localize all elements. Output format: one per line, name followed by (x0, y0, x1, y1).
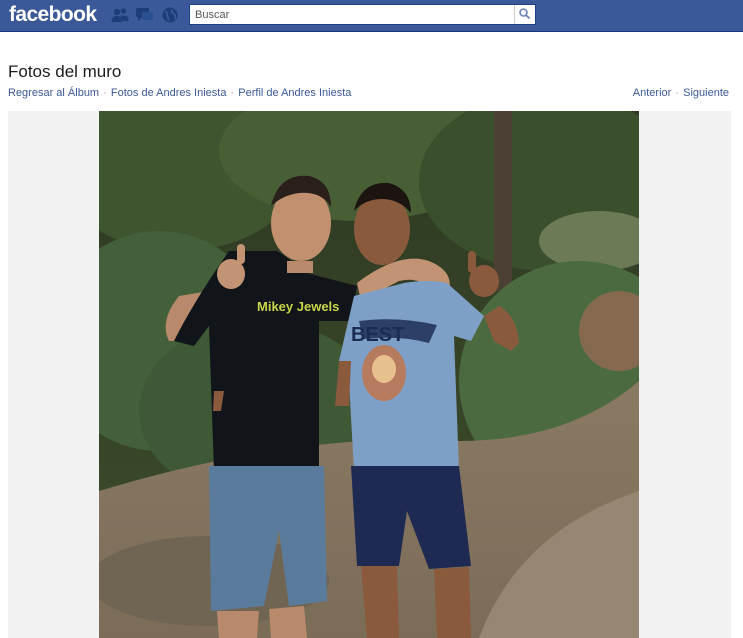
photo-navigation: Anterior · Siguiente (633, 87, 729, 99)
search-icon (519, 8, 531, 20)
friend-requests-icon[interactable] (110, 6, 130, 24)
shirt-print-text-2: BEST (351, 324, 404, 346)
breadcrumb: Regresar al Álbum · Fotos de Andres Inie… (8, 87, 351, 99)
search-box (189, 4, 536, 25)
profile-link[interactable]: Perfil de Andres Iniesta (238, 87, 351, 99)
top-bar: facebook (0, 0, 743, 32)
back-to-album-link[interactable]: Regresar al Álbum (8, 87, 99, 99)
notifications-globe-icon[interactable] (160, 6, 180, 24)
photo[interactable]: Mikey Jewels BEST (99, 111, 639, 638)
shirt-print-text: Mikey Jewels (257, 299, 339, 314)
messages-icon[interactable] (135, 6, 155, 24)
facebook-logo[interactable]: facebook (9, 3, 97, 27)
separator: · (230, 87, 235, 99)
next-link[interactable]: Siguiente (683, 87, 729, 99)
separator: · (675, 87, 680, 99)
photo-stage: Mikey Jewels BEST (8, 111, 731, 638)
photos-of-link[interactable]: Fotos de Andres Iniesta (111, 87, 227, 99)
photo-image: Mikey Jewels BEST (99, 111, 639, 638)
search-input[interactable] (190, 5, 515, 24)
search-button[interactable] (514, 5, 535, 24)
page-title: Fotos del muro (8, 62, 122, 81)
separator: · (103, 87, 107, 99)
previous-link[interactable]: Anterior (633, 87, 672, 99)
